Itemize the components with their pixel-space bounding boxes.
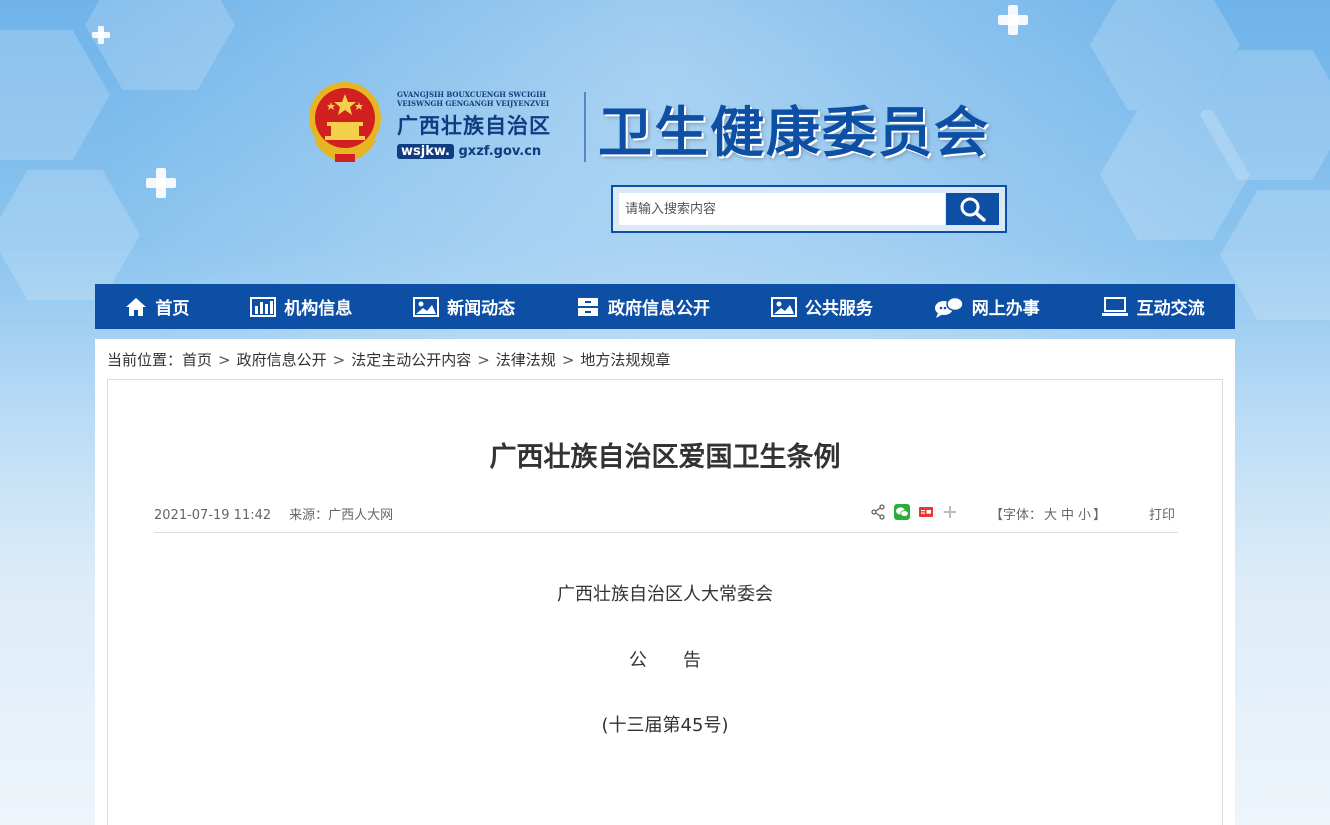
article-meta: 2021-07-19 11:42 来源：广西人大网	[154, 504, 393, 523]
nav-item-online-service[interactable]: 网上办事	[903, 284, 1070, 329]
breadcrumb: 当前位置：首页 > 政府信息公开 > 法定主动公开内容 > 法律法规 > 地方法规规章	[107, 349, 670, 370]
article-paragraph: 广西壮族自治区人大常委会	[557, 584, 773, 605]
nav-item-label: 公共服务	[804, 299, 873, 319]
breadcrumb-separator: >	[477, 351, 490, 369]
breadcrumb-prefix: 当前位置：	[107, 351, 183, 369]
decor-cross-icon	[998, 5, 1028, 35]
print-link[interactable]: 打印	[1149, 504, 1175, 523]
breadcrumb-item-gov-info[interactable]: 政府信息公开	[237, 351, 327, 369]
article-date: 2021-07-19 11:42	[154, 508, 272, 523]
search-button[interactable]	[946, 193, 999, 225]
site-header: GVANGJSIH BOUXCUENGH SWCIGIH VEISWNGH GE…	[305, 80, 1025, 170]
chat-icon	[934, 296, 964, 318]
decor-hexagon	[0, 30, 110, 160]
logo-url-suffix: gxzf.gov.cn	[458, 144, 542, 159]
share-icon[interactable]	[870, 504, 886, 520]
nav-item-home[interactable]: 首页	[95, 284, 220, 329]
breadcrumb-separator: >	[561, 351, 575, 369]
nav-item-gov-info[interactable]: 政府信息公开	[546, 284, 741, 329]
bar-chart-icon	[250, 296, 277, 317]
toutiao-icon[interactable]	[918, 504, 934, 520]
logo-url: wsjkw. gxzf.gov.cn	[397, 144, 577, 159]
search-box	[611, 185, 1007, 233]
nav-item-label: 互动交流	[1136, 299, 1205, 319]
share-bar	[870, 504, 958, 520]
article-paragraph: 公 告	[629, 650, 701, 671]
article-paragraph: (十三届第45号)	[601, 715, 729, 736]
decor-cross-icon	[146, 168, 176, 198]
font-size-large[interactable]: 大	[1044, 508, 1057, 523]
home-icon	[126, 297, 147, 316]
logo-pinyin-line: VEISWNGH GENGANGH VEIJYENZVEI	[397, 99, 550, 108]
nav-item-label: 首页	[155, 299, 190, 319]
nav-item-label: 机构信息	[284, 299, 353, 319]
font-size-small[interactable]: 小	[1078, 508, 1091, 523]
breadcrumb-item-laws[interactable]: 法律法规	[496, 351, 556, 369]
breadcrumb-separator: >	[332, 351, 346, 369]
meta-divider	[154, 532, 1178, 533]
main-nav: 首页 机构信息 新闻动态 政府信息公开 公共服务 网上办事 互动交流	[95, 284, 1235, 329]
breadcrumb-item-local-regulations[interactable]: 地方法规规章	[580, 351, 670, 369]
decor-cross-icon	[92, 26, 110, 44]
plus-icon[interactable]	[942, 504, 958, 520]
nav-item-public-service[interactable]: 公共服务	[740, 284, 903, 329]
national-emblem-icon	[309, 82, 381, 162]
nav-item-organization[interactable]: 机构信息	[220, 284, 383, 329]
font-size-medium[interactable]: 中	[1061, 508, 1074, 523]
breadcrumb-separator: >	[218, 351, 231, 369]
nav-item-interaction[interactable]: 互动交流	[1070, 284, 1235, 329]
image-icon	[413, 296, 440, 317]
article: 广西壮族自治区爱国卫生条例 2021-07-19 11:42 来源：广西人大网 【…	[107, 379, 1223, 825]
site-title: 卫生健康委员会	[598, 100, 990, 164]
font-size-suffix: 】	[1093, 508, 1107, 523]
monitor-icon	[1101, 296, 1128, 316]
article-source: 来源：广西人大网	[289, 508, 394, 523]
image-icon	[770, 296, 797, 317]
nav-item-label: 网上办事	[971, 299, 1040, 319]
decor-hexagon	[0, 170, 140, 300]
search-input[interactable]	[619, 193, 945, 225]
breadcrumb-item-home[interactable]: 首页	[182, 351, 212, 369]
article-title: 广西壮族自治区爱国卫生条例	[489, 442, 841, 473]
nav-item-label: 政府信息公开	[608, 299, 710, 319]
logo-url-prefix: wsjkw.	[397, 144, 454, 159]
cabinet-icon	[578, 297, 598, 316]
font-size-prefix: 【字体：	[990, 508, 1043, 523]
logo-divider	[584, 92, 586, 162]
site-logo[interactable]: GVANGJSIH BOUXCUENGH SWCIGIH VEISWNGH GE…	[397, 90, 577, 159]
breadcrumb-item-statutory[interactable]: 法定主动公开内容	[351, 351, 471, 369]
nav-item-label: 新闻动态	[447, 299, 516, 319]
search-icon	[960, 197, 986, 222]
decor-hexagon	[1220, 190, 1330, 320]
content-panel: 当前位置：首页 > 政府信息公开 > 法定主动公开内容 > 法律法规 > 地方法规规章 广西壮族…	[95, 339, 1235, 825]
wechat-icon[interactable]	[894, 504, 910, 520]
decor-hexagon	[85, 0, 235, 90]
font-size-control: 【字体：大中小】	[990, 504, 1106, 523]
logo-pinyin-line: GVANGJSIH BOUXCUENGH SWCIGIH	[397, 90, 546, 99]
logo-region-name: 广西壮族自治区	[397, 113, 551, 138]
nav-item-news[interactable]: 新闻动态	[383, 284, 546, 329]
